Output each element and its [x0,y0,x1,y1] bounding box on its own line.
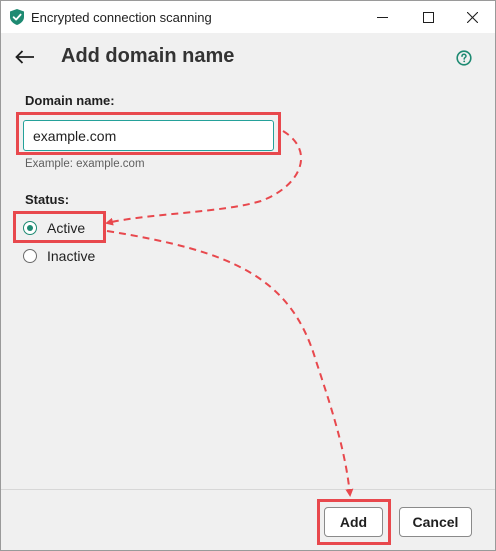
cancel-button[interactable]: Cancel [399,507,472,537]
dialog-content: Add domain name Domain name: Example: ex… [1,33,495,489]
radio-checked-icon[interactable] [23,221,37,235]
page-title: Add domain name [61,45,235,67]
domain-name-input[interactable] [23,120,274,151]
status-radio-inactive[interactable]: Inactive [23,248,95,264]
shield-check-icon [10,9,24,25]
status-radio-active[interactable]: Active [23,220,85,236]
close-button[interactable] [449,1,495,33]
domain-name-label: Domain name: [25,93,115,108]
dialog-window: Encrypted connection scanning Add domain… [0,0,496,551]
maximize-icon [422,11,434,23]
dialog-footer: Add Cancel [1,489,495,550]
close-icon [466,11,478,23]
back-button[interactable] [13,46,37,68]
domain-hint: Example: example.com [25,158,145,170]
minimize-button[interactable] [359,1,405,33]
status-label: Status: [25,192,70,207]
minimize-icon [376,16,388,18]
question-circle-icon[interactable] [456,50,472,66]
maximize-button[interactable] [405,1,451,33]
arrow-left-icon [15,50,34,64]
radio-unchecked-icon[interactable] [23,249,37,263]
status-option-label: Inactive [47,248,96,264]
window-title: Encrypted connection scanning [31,10,212,25]
status-option-label: Active [47,220,86,236]
add-button[interactable]: Add [324,507,383,537]
title-bar: Encrypted connection scanning [1,1,495,33]
